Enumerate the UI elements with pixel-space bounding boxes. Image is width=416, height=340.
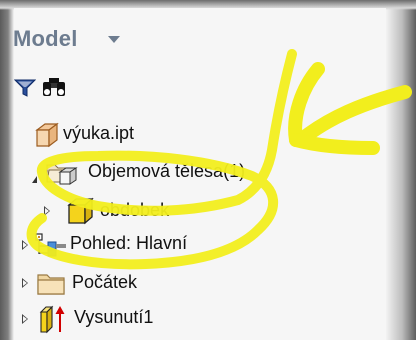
solid-bodies-folder-icon <box>46 164 78 185</box>
tree-item-extrusion[interactable]: Vysunutí1 <box>18 304 218 334</box>
solid-body-icon <box>67 197 94 225</box>
chevron-down-icon[interactable] <box>108 36 120 43</box>
tree-item-solid-body[interactable]: obdobek <box>44 196 244 226</box>
tree-item-label: obdobek <box>100 200 170 220</box>
tree-item-label: výuka.ipt <box>63 123 135 143</box>
tree-item-label: Pohled: Hlavní <box>70 233 188 253</box>
expander-expanded-icon[interactable] <box>32 176 37 183</box>
origin-folder-icon <box>37 274 65 295</box>
binoculars-icon[interactable] <box>40 76 68 98</box>
extrusion-icon <box>39 305 65 334</box>
expander-collapsed-icon[interactable] <box>44 206 50 216</box>
tree-item-origin[interactable]: Počátek <box>18 268 218 298</box>
tree-item-label: Počátek <box>72 272 138 292</box>
tree-item-label: Objemová tělesa(1) <box>88 161 246 181</box>
tree-item-part[interactable]: výuka.ipt <box>30 120 250 150</box>
tree-item-solid-bodies[interactable]: Objemová tělesa(1) <box>30 158 320 188</box>
tree-item-view[interactable]: Pohled: Hlavní <box>18 230 258 260</box>
part-icon <box>35 122 59 148</box>
expander-collapsed-icon[interactable] <box>22 278 28 288</box>
panel-title-dropdown[interactable]: Model <box>13 26 78 52</box>
expander-collapsed-icon[interactable] <box>22 240 28 250</box>
filter-icon[interactable] <box>14 78 36 98</box>
expander-collapsed-icon[interactable] <box>22 314 28 324</box>
view-representation-icon <box>35 233 66 257</box>
tree-item-label: Vysunutí1 <box>74 307 154 327</box>
